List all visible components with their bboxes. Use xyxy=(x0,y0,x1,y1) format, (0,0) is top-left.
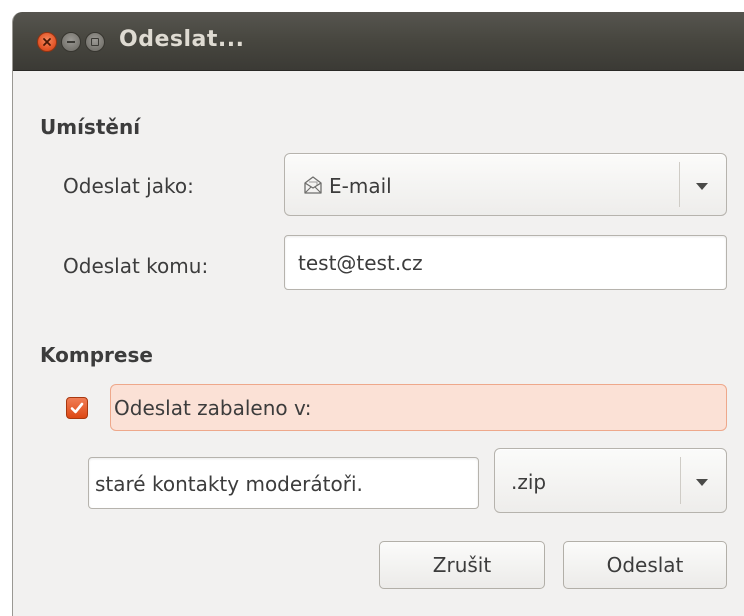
send-to-label: Odeslat komu: xyxy=(63,254,209,278)
archive-name-value: staré kontakty moderátoři. xyxy=(95,472,363,496)
dropdown-separator xyxy=(679,162,680,207)
cancel-button[interactable]: Zrušit xyxy=(379,541,545,589)
send-to-value: test@test.cz xyxy=(298,251,423,275)
window-title: Odeslat... xyxy=(119,27,245,52)
chevron-down-icon xyxy=(696,183,708,190)
send-as-value: E-mail xyxy=(329,174,392,198)
compress-checkbox-label[interactable]: Odeslat zabaleno v: xyxy=(114,396,312,420)
compress-checkbox[interactable] xyxy=(66,397,88,419)
send-button[interactable]: Odeslat xyxy=(563,541,727,589)
maximize-icon xyxy=(91,38,99,46)
archive-name-input[interactable]: staré kontakty moderátoři. xyxy=(88,457,479,509)
close-window-button[interactable] xyxy=(37,32,57,52)
dropdown-separator xyxy=(680,457,681,504)
compression-heading: Komprese xyxy=(40,343,153,367)
location-heading: Umístění xyxy=(40,115,141,139)
title-bar[interactable]: Odeslat... xyxy=(13,12,744,71)
archive-format-value: .zip xyxy=(511,470,547,494)
minimize-window-button[interactable] xyxy=(61,32,81,52)
envelope-icon xyxy=(304,176,322,194)
chevron-down-icon xyxy=(696,479,708,486)
checkmark-icon xyxy=(70,402,84,414)
close-icon xyxy=(43,38,51,46)
minimize-icon xyxy=(67,41,75,43)
send-to-input[interactable]: test@test.cz xyxy=(284,235,727,290)
archive-format-dropdown[interactable]: .zip xyxy=(494,448,727,513)
send-dialog: Odeslat... Umístění Odeslat jako: E-mail… xyxy=(12,12,744,616)
maximize-window-button[interactable] xyxy=(85,32,105,52)
send-as-dropdown[interactable]: E-mail xyxy=(284,153,727,216)
send-as-label: Odeslat jako: xyxy=(63,174,194,198)
